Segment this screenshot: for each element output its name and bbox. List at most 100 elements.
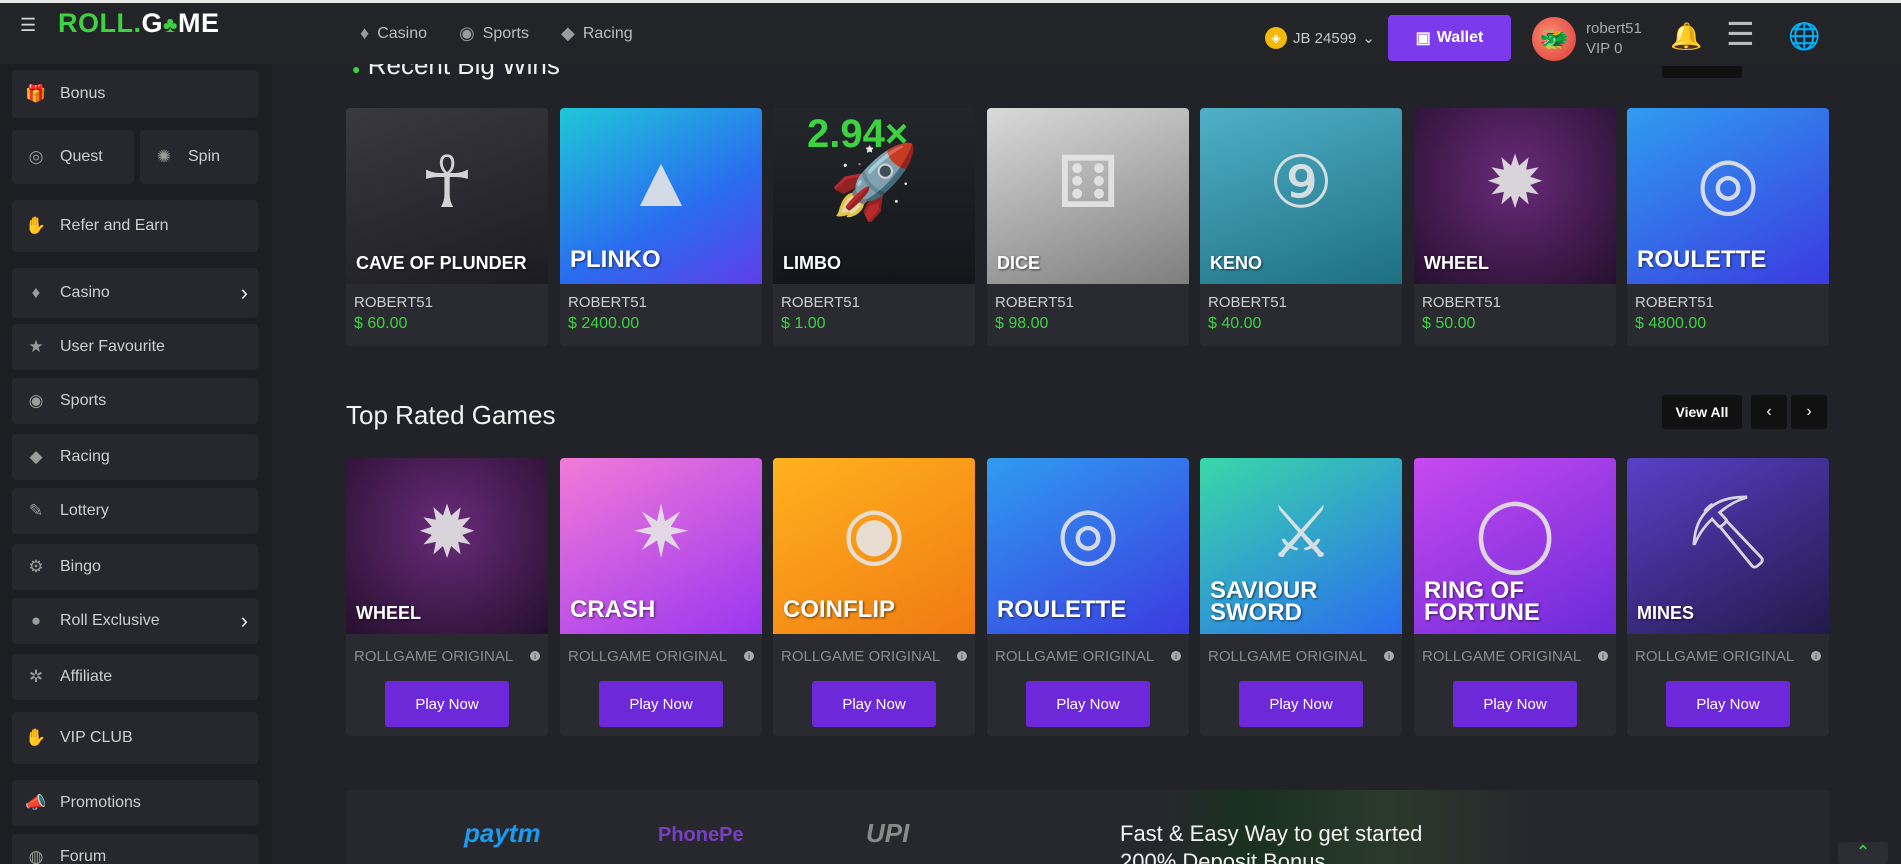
view-all-button[interactable]: View All	[1662, 395, 1742, 429]
sidebar-item-affiliate[interactable]: ✲ Affiliate	[12, 654, 258, 700]
game-thumbnail[interactable]: ✷ CRASH	[560, 458, 762, 634]
play-now-button[interactable]: Play Now	[1666, 681, 1790, 727]
prev-button[interactable]: ‹	[1751, 395, 1787, 429]
sidebar-item-bonus[interactable]: 🎁 Bonus	[12, 70, 258, 118]
provider-name: ROLLGAME ORIGINAL	[995, 648, 1155, 665]
sidebar-item-lottery[interactable]: ✎ Lottery	[12, 488, 258, 534]
sidebar-item-bingo[interactable]: ⚙ Bingo	[12, 544, 258, 590]
refer-icon: ✋	[25, 216, 47, 235]
sidebar-item-racing[interactable]: ◆ Racing	[12, 434, 258, 480]
bell-icon[interactable]: 🔔	[1670, 21, 1702, 52]
game-thumbnail[interactable]: ▲ PLINKO	[560, 108, 762, 284]
recent-win-card[interactable]: ☥ CAVE OF PLUNDER ROBERT51 $ 60.00	[346, 108, 548, 346]
nav-casino[interactable]: ♦ Casino	[360, 23, 427, 44]
nav-racing[interactable]: ◆ Racing	[561, 23, 633, 44]
game-label: ROULETTE	[1637, 246, 1767, 273]
globe-icon[interactable]: 🌐	[1788, 21, 1820, 52]
sidebar-item-forum[interactable]: ◍ Forum	[12, 834, 258, 864]
info-icon[interactable]: i	[1171, 651, 1181, 661]
sidebar-item-roll-exclusive[interactable]: ● Roll Exclusive ›	[12, 598, 258, 644]
logo[interactable]: ROLL.G♣ME	[58, 8, 219, 39]
info-icon[interactable]: i	[1598, 651, 1608, 661]
sidebar-item-refer-and-earn[interactable]: ✋ Refer and Earn	[12, 200, 258, 252]
game-art-icon: ⑨	[1268, 142, 1334, 223]
win-amount: $ 4800.00	[1635, 315, 1707, 332]
spin-wheel-icon: ✺	[156, 147, 172, 166]
game-art-icon: ⚅	[1056, 142, 1120, 223]
sidebar-item-sports[interactable]: ◉ Sports	[12, 378, 258, 424]
game-thumbnail[interactable]: ◉ COINFLIP	[773, 458, 975, 634]
affiliate-icon: ✲	[28, 667, 44, 686]
exclusive-icon: ●	[30, 611, 42, 630]
win-amount: $ 60.00	[354, 315, 408, 332]
balance-display[interactable]: ◈ JB 24599 ⌄	[1265, 27, 1375, 49]
next-button[interactable]: ›	[1791, 395, 1827, 429]
provider-name: ROLLGAME ORIGINAL	[354, 648, 514, 665]
sidebar-item-promotions[interactable]: 📣 Promotions	[12, 780, 258, 826]
winner-name: ROBERT51	[354, 294, 433, 311]
sidebar-item-label: Forum	[60, 848, 107, 864]
play-now-button[interactable]: Play Now	[385, 681, 509, 727]
chevron-right-icon: ›	[240, 608, 248, 633]
game-label: WHEEL	[356, 603, 421, 623]
recent-win-card[interactable]: ▲ PLINKO ROBERT51 $ 2400.00	[560, 108, 762, 346]
recent-win-card[interactable]: ✹ WHEEL ROBERT51 $ 50.00	[1414, 108, 1616, 346]
scroll-top-button[interactable]: ⌃	[1838, 842, 1888, 864]
sidebar-item-quest[interactable]: ◎ Quest	[12, 130, 134, 184]
game-thumbnail[interactable]: ⑨ KENO	[1200, 108, 1402, 284]
play-now-button[interactable]: Play Now	[1239, 681, 1363, 727]
info-icon[interactable]: i	[530, 651, 540, 661]
game-thumbnail[interactable]: ✹ WHEEL	[1414, 108, 1616, 284]
user-info[interactable]: robert51 VIP 0	[1586, 19, 1642, 59]
menu-lines-icon[interactable]: ☰	[1726, 15, 1755, 53]
avatar[interactable]: 🐲	[1532, 17, 1576, 61]
winner-name: ROBERT51	[1208, 294, 1287, 311]
game-thumbnail[interactable]: ◎ ROULETTE	[1627, 108, 1829, 284]
game-thumbnail[interactable]: ✹ WHEEL	[346, 458, 548, 634]
game-thumbnail[interactable]: ◎ ROULETTE	[987, 458, 1189, 634]
recent-win-card[interactable]: ⚅ DICE ROBERT51 $ 98.00	[987, 108, 1189, 346]
provider-row: ROLLGAME ORIGINAL i	[1414, 634, 1616, 665]
star-icon: ★	[28, 337, 44, 356]
game-thumbnail[interactable]: ⚅ DICE	[987, 108, 1189, 284]
menu-icon[interactable]: ☰	[20, 15, 36, 36]
game-thumbnail[interactable]: 2.94× 🚀 LIMBO	[773, 108, 975, 284]
balance-text: JB 24599	[1293, 29, 1357, 47]
sidebar-item-label: Roll Exclusive	[60, 612, 160, 629]
play-now-button[interactable]: Play Now	[599, 681, 723, 727]
sidebar-item-casino[interactable]: ♦ Casino ›	[12, 268, 258, 318]
game-thumbnail[interactable]: ⚔ SAVIOUR SWORD	[1200, 458, 1402, 634]
chevron-down-icon[interactable]: ⌄	[1362, 29, 1375, 47]
sidebar-item-label: Bingo	[60, 558, 101, 575]
vip-level: VIP 0	[1586, 40, 1623, 57]
nav-sports[interactable]: ◉ Sports	[459, 23, 529, 44]
game-thumbnail[interactable]: ⛏ MINES	[1627, 458, 1829, 634]
play-now-button[interactable]: Play Now	[1453, 681, 1577, 727]
sidebar-item-label: Casino	[60, 284, 110, 301]
play-now-button[interactable]: Play Now	[812, 681, 936, 727]
provider-row: ROLLGAME ORIGINAL i	[346, 634, 548, 665]
sidebar-item-user-favourite[interactable]: ★ User Favourite	[12, 324, 258, 370]
info-icon[interactable]: i	[1384, 651, 1394, 661]
info-icon[interactable]: i	[1811, 651, 1821, 661]
view-all-button-partial[interactable]	[1662, 66, 1742, 78]
game-card: ⚔ SAVIOUR SWORD ROLLGAME ORIGINAL i Play…	[1200, 458, 1402, 736]
recent-win-card[interactable]: 2.94× 🚀 LIMBO ROBERT51 $ 1.00	[773, 108, 975, 346]
play-now-button[interactable]: Play Now	[1026, 681, 1150, 727]
game-label: DICE	[997, 253, 1041, 273]
racing-icon: ◆	[560, 23, 575, 43]
game-thumbnail[interactable]: ◯ RING OF FORTUNE	[1414, 458, 1616, 634]
sidebar-item-spin[interactable]: ✺ Spin	[140, 130, 258, 184]
sidebar-item-label: User Favourite	[60, 338, 165, 355]
game-card: ◉ COINFLIP ROLLGAME ORIGINAL i Play Now	[773, 458, 975, 736]
recent-win-card[interactable]: ◎ ROULETTE ROBERT51 $ 4800.00	[1627, 108, 1829, 346]
game-card: ✹ WHEEL ROLLGAME ORIGINAL i Play Now	[346, 458, 548, 736]
recent-win-card[interactable]: ⑨ KENO ROBERT51 $ 40.00	[1200, 108, 1402, 346]
sidebar-item-vip-club[interactable]: ✋ VIP CLUB	[12, 712, 258, 764]
info-icon[interactable]: i	[957, 651, 967, 661]
wallet-button[interactable]: ▣ Wallet	[1388, 15, 1511, 61]
info-icon[interactable]: i	[744, 651, 754, 661]
provider-name: ROLLGAME ORIGINAL	[781, 648, 941, 665]
username: robert51	[1586, 20, 1642, 37]
game-thumbnail[interactable]: ☥ CAVE OF PLUNDER	[346, 108, 548, 284]
